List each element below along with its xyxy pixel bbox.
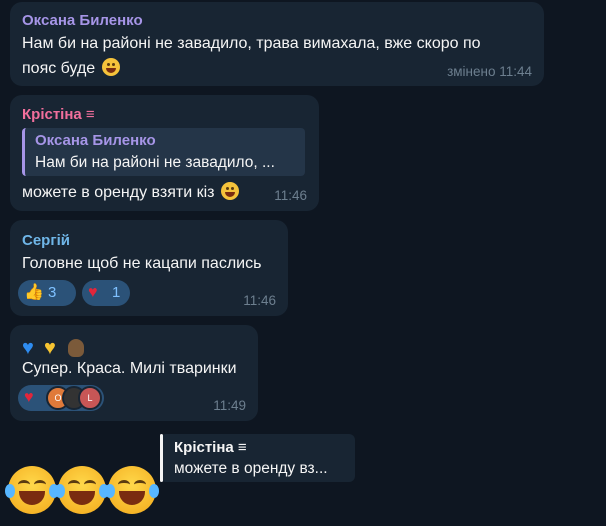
composer-reply[interactable]: Крістіна ≡ можете в оренду вз... — [160, 434, 355, 482]
reaction-heart[interactable]: ♥ 1 — [82, 280, 130, 306]
heart-icon: ♥ — [24, 389, 34, 406]
smiling-sweat-icon — [101, 58, 120, 76]
sender-name[interactable]: Крістіна ≡ — [22, 106, 95, 123]
message-time: 11:49 — [213, 398, 246, 413]
avatar: L — [78, 386, 102, 410]
reaction-thumbs-up[interactable]: 👍 3 — [18, 280, 76, 306]
reaction-count: 3 — [48, 284, 57, 301]
reaction-count: 1 — [112, 284, 121, 301]
sender-name[interactable]: Оксана Биленко — [22, 12, 143, 29]
reaction-avatars[interactable]: ♥ O L — [18, 385, 104, 411]
message-text-line2: пояс буде — [22, 58, 120, 78]
yellow-heart-icon: ♥ — [44, 337, 56, 359]
owl-icon — [68, 339, 84, 357]
tears-of-joy-icon — [5, 466, 59, 514]
blue-heart-icon: ♥ — [22, 337, 34, 359]
reply-preview[interactable]: Оксана Биленко Нам би на районі не завад… — [22, 128, 305, 176]
message-time: змінено 11:44 — [447, 64, 532, 79]
heart-icon: ♥ — [88, 284, 98, 301]
composer-reply-text: можете в оренду вз... — [174, 460, 328, 477]
message-bubble[interactable]: Оксана Биленко Нам би на районі не завад… — [10, 2, 544, 86]
message-bubble[interactable]: ♥ ♥ Супер. Краса. Милі тваринки ♥ O L 11… — [10, 325, 258, 421]
message-text: можете в оренду взяти кіз — [22, 182, 239, 202]
message-time: 11:46 — [274, 188, 307, 203]
message-text: Супер. Краса. Милі тваринки — [22, 360, 237, 377]
composer-reply-sender: Крістіна ≡ — [174, 439, 247, 456]
reply-sender: Оксана Биленко — [35, 132, 156, 149]
thumbs-up-icon: 👍 — [24, 284, 44, 301]
message-bubble[interactable]: Сергій Головне щоб не кацапи паслись 👍 3… — [10, 220, 288, 316]
reply-text: Нам би на районі не завадило, ... — [35, 154, 275, 171]
tears-of-joy-icon — [105, 466, 159, 514]
reply-bar — [160, 434, 163, 482]
message-time: 11:46 — [243, 293, 276, 308]
sender-name[interactable]: Сергій — [22, 232, 70, 249]
tears-of-joy-icon — [55, 466, 109, 514]
message-text: Нам би на районі не завадило, трава вима… — [22, 35, 481, 52]
message-text: Головне щоб не кацапи паслись — [22, 255, 262, 272]
grinning-icon — [220, 182, 239, 200]
message-bubble[interactable]: Крістіна ≡ Оксана Биленко Нам би на райо… — [10, 95, 319, 211]
